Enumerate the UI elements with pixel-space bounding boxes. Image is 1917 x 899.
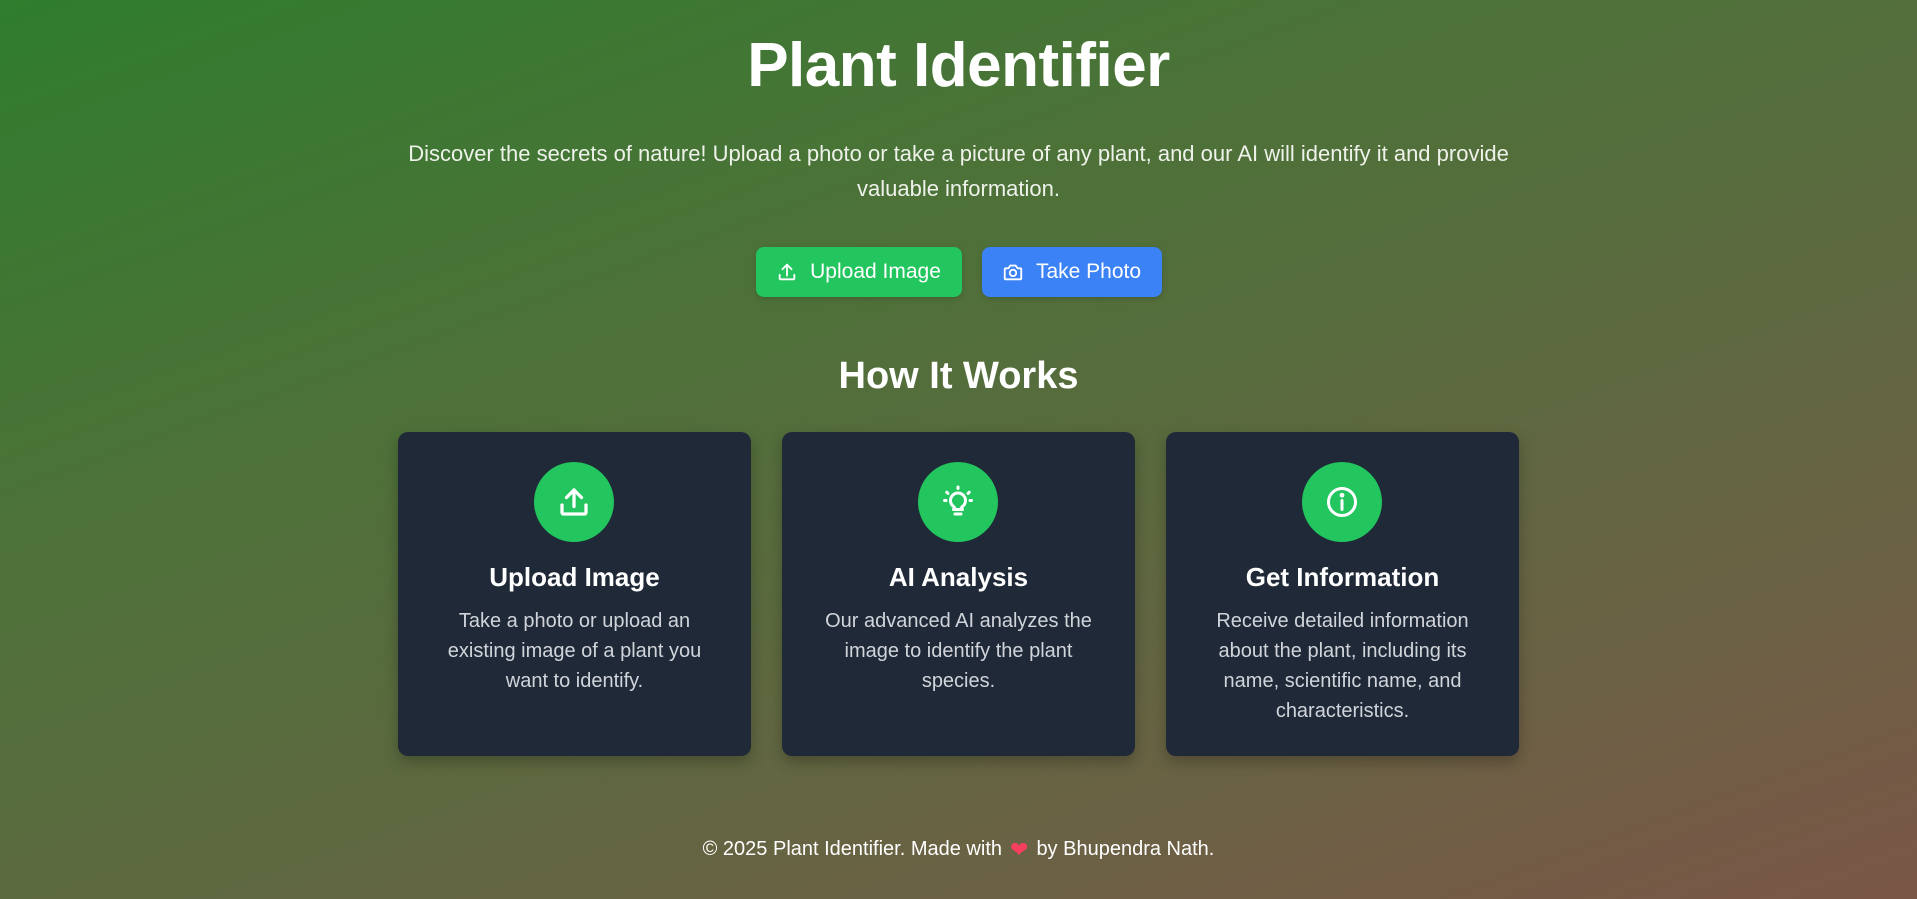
card-title: Upload Image <box>489 562 660 592</box>
upload-icon <box>776 261 798 283</box>
camera-icon <box>1002 261 1024 283</box>
heart-icon: ❤ <box>1010 836 1029 862</box>
card-text: Receive detailed information about the p… <box>1216 610 1469 722</box>
footer-copyright: © 2025 Plant Identifier. Made with <box>702 838 1002 860</box>
card-text: Take a photo or upload an existing image… <box>447 610 702 692</box>
card-title: AI Analysis <box>888 562 1029 592</box>
card-text: Our advanced AI analyzes the image to id… <box>825 610 1092 692</box>
take-photo-button[interactable]: Take Photo <box>981 247 1162 297</box>
upload-icon <box>534 462 614 542</box>
upload-image-label: Upload Image <box>810 260 941 283</box>
card-upload-image: Upload Image Take a photo or upload an e… <box>398 432 751 756</box>
page-title: Plant Identifier <box>747 31 1170 100</box>
info-icon <box>1302 462 1382 542</box>
how-it-works-cards: Upload Image Take a photo or upload an e… <box>398 432 1519 756</box>
upload-image-button[interactable]: Upload Image <box>755 247 962 297</box>
hero-subtitle: Discover the secrets of nature! Upload a… <box>408 141 1509 201</box>
footer: © 2025 Plant Identifier. Made with ❤ by … <box>0 838 1917 861</box>
footer-author: by Bhupendra Nath. <box>1036 838 1215 860</box>
card-get-information: Get Information Receive detailed informa… <box>1166 432 1519 756</box>
action-buttons: Upload Image Take Photo <box>0 247 1917 297</box>
card-title: Get Information <box>1245 562 1440 592</box>
lightbulb-icon <box>918 462 998 542</box>
how-it-works-title: How It Works <box>838 355 1079 397</box>
take-photo-label: Take Photo <box>1035 260 1142 283</box>
page: Plant Identifier Discover the secrets of… <box>0 0 1917 899</box>
card-ai-analysis: AI Analysis Our advanced AI analyzes the… <box>782 432 1135 756</box>
